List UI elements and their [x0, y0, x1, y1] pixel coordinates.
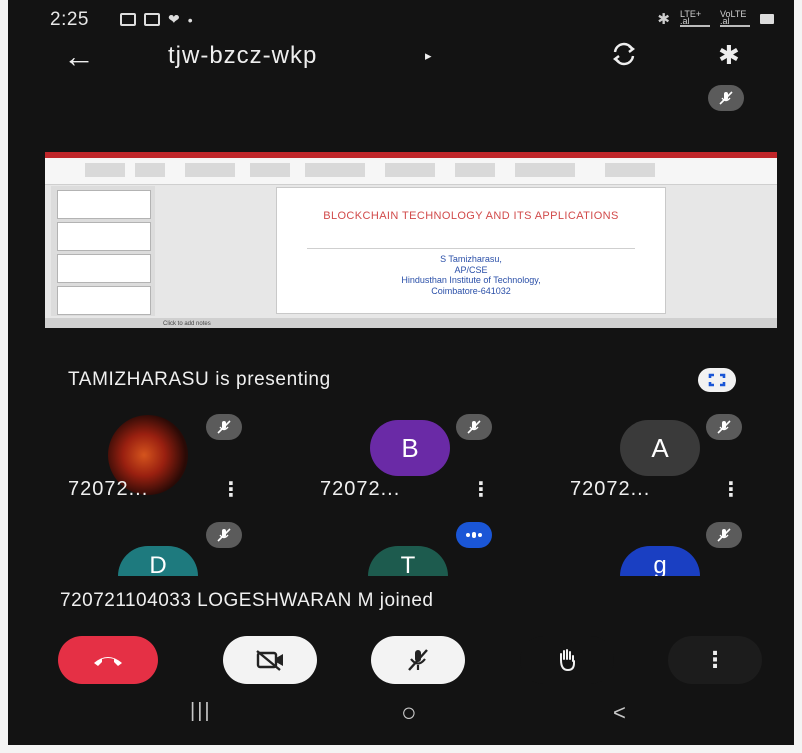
home-nav-button[interactable]: ○ — [401, 697, 417, 728]
more-options-button[interactable]: ⋮ — [668, 636, 762, 684]
participant-initial: A — [651, 432, 669, 463]
status-bar: 2:25 ❤ • ✱ LTE+ .al VoLTE .al — [8, 0, 794, 36]
slide-thumb — [57, 286, 151, 315]
mic-toggle-button[interactable] — [371, 636, 465, 684]
bluetooth-icon[interactable]: ✱ — [718, 40, 740, 71]
signal-1: LTE+ .al — [680, 10, 710, 27]
speaking-indicator-icon — [456, 522, 492, 548]
end-call-button[interactable] — [58, 636, 158, 684]
slide-divider — [307, 248, 635, 249]
presenting-label: TAMIZHARASU is presenting — [68, 369, 331, 390]
join-notification: 720721104033 LOGESHWARAN M joined — [60, 590, 434, 611]
mic-off-icon — [206, 414, 242, 440]
mic-off-icon — [706, 414, 742, 440]
gallery-icon — [120, 13, 136, 26]
participant-avatar[interactable]: T — [368, 546, 448, 576]
slide-thumbnails — [51, 186, 155, 316]
meeting-info-caret[interactable]: ▸ — [425, 48, 432, 64]
author-line: AP/CSE — [454, 264, 488, 275]
meet-screen: 2:25 ❤ • ✱ LTE+ .al VoLTE .al ← tjw-bzcz… — [8, 0, 794, 745]
participant-initial: D — [149, 552, 167, 576]
more-vert-icon: ⋮ — [704, 647, 726, 672]
status-time: 2:25 — [50, 9, 89, 30]
notes-hint: Click to add notes — [163, 321, 211, 327]
participant-name: 72072... — [68, 478, 149, 500]
shared-screen[interactable]: BLOCKCHAIN TECHNOLOGY AND ITS APPLICATIO… — [45, 152, 777, 328]
mic-off-icon — [408, 649, 428, 671]
participant-initial: B — [401, 432, 419, 463]
participant-more-icon[interactable]: ⋮ — [721, 480, 741, 500]
slide-author: S Tamizharasu, AP/CSE Hindusthan Institu… — [277, 254, 665, 296]
end-call-icon — [94, 657, 122, 666]
author-line: S Tamizharasu, — [440, 254, 502, 264]
mic-off-icon — [706, 522, 742, 548]
slide-thumb — [57, 190, 151, 219]
participant-avatar[interactable]: B — [370, 420, 450, 476]
camera-switch-icon[interactable] — [611, 41, 637, 67]
back-nav-button[interactable]: < — [613, 700, 626, 726]
slide-title: BLOCKCHAIN TECHNOLOGY AND ITS APPLICATIO… — [323, 210, 619, 222]
participant-name: 72072... — [570, 478, 651, 500]
presenter-mic-off-icon — [708, 85, 744, 111]
back-arrow-icon[interactable]: ← — [63, 40, 95, 72]
participant-initial: g — [653, 552, 667, 576]
top-bar: ← tjw-bzcz-wkp ▸ ✱ — [8, 40, 794, 80]
participant-more-icon[interactable]: ⋮ — [221, 480, 241, 500]
slide-thumb — [57, 222, 151, 251]
participant-more-icon[interactable]: ⋮ — [471, 480, 491, 500]
slide-thumb — [57, 254, 151, 283]
status-notification-icons: ❤ • — [120, 11, 193, 28]
participant-name: 72072... — [320, 478, 401, 500]
participant-initial: T — [400, 552, 416, 576]
meeting-code[interactable]: tjw-bzcz-wkp — [168, 42, 317, 70]
participants-row-2: D T g — [8, 546, 794, 576]
mic-off-icon — [206, 522, 242, 548]
raise-hand-icon — [560, 649, 575, 672]
heart-icon: ❤ — [168, 11, 180, 27]
camera-toggle-button[interactable] — [223, 636, 317, 684]
signal-2: VoLTE .al — [720, 10, 750, 27]
battery-icon — [760, 14, 774, 24]
status-right: ✱ LTE+ .al VoLTE .al — [657, 10, 774, 28]
participant-avatar[interactable]: g — [620, 546, 700, 576]
camera-off-icon — [256, 650, 283, 671]
author-line: Hindusthan Institute of Technology, — [401, 275, 541, 285]
current-slide: BLOCKCHAIN TECHNOLOGY AND ITS APPLICATIO… — [276, 187, 666, 314]
raise-hand-button[interactable] — [520, 636, 614, 684]
fullscreen-icon — [708, 373, 726, 387]
message-icon — [144, 13, 160, 26]
dot-icon: • — [187, 11, 193, 28]
participant-avatar[interactable]: D — [118, 546, 198, 576]
fullscreen-button[interactable] — [698, 368, 736, 392]
ribbon — [45, 158, 777, 185]
author-line: Coimbatore-641032 — [431, 285, 511, 296]
app-status-strip — [45, 318, 777, 328]
mic-off-icon — [456, 414, 492, 440]
recents-nav-button[interactable]: ||| — [190, 700, 212, 723]
bluetooth-status-icon: ✱ — [657, 11, 670, 28]
participant-avatar[interactable]: A — [620, 420, 700, 476]
